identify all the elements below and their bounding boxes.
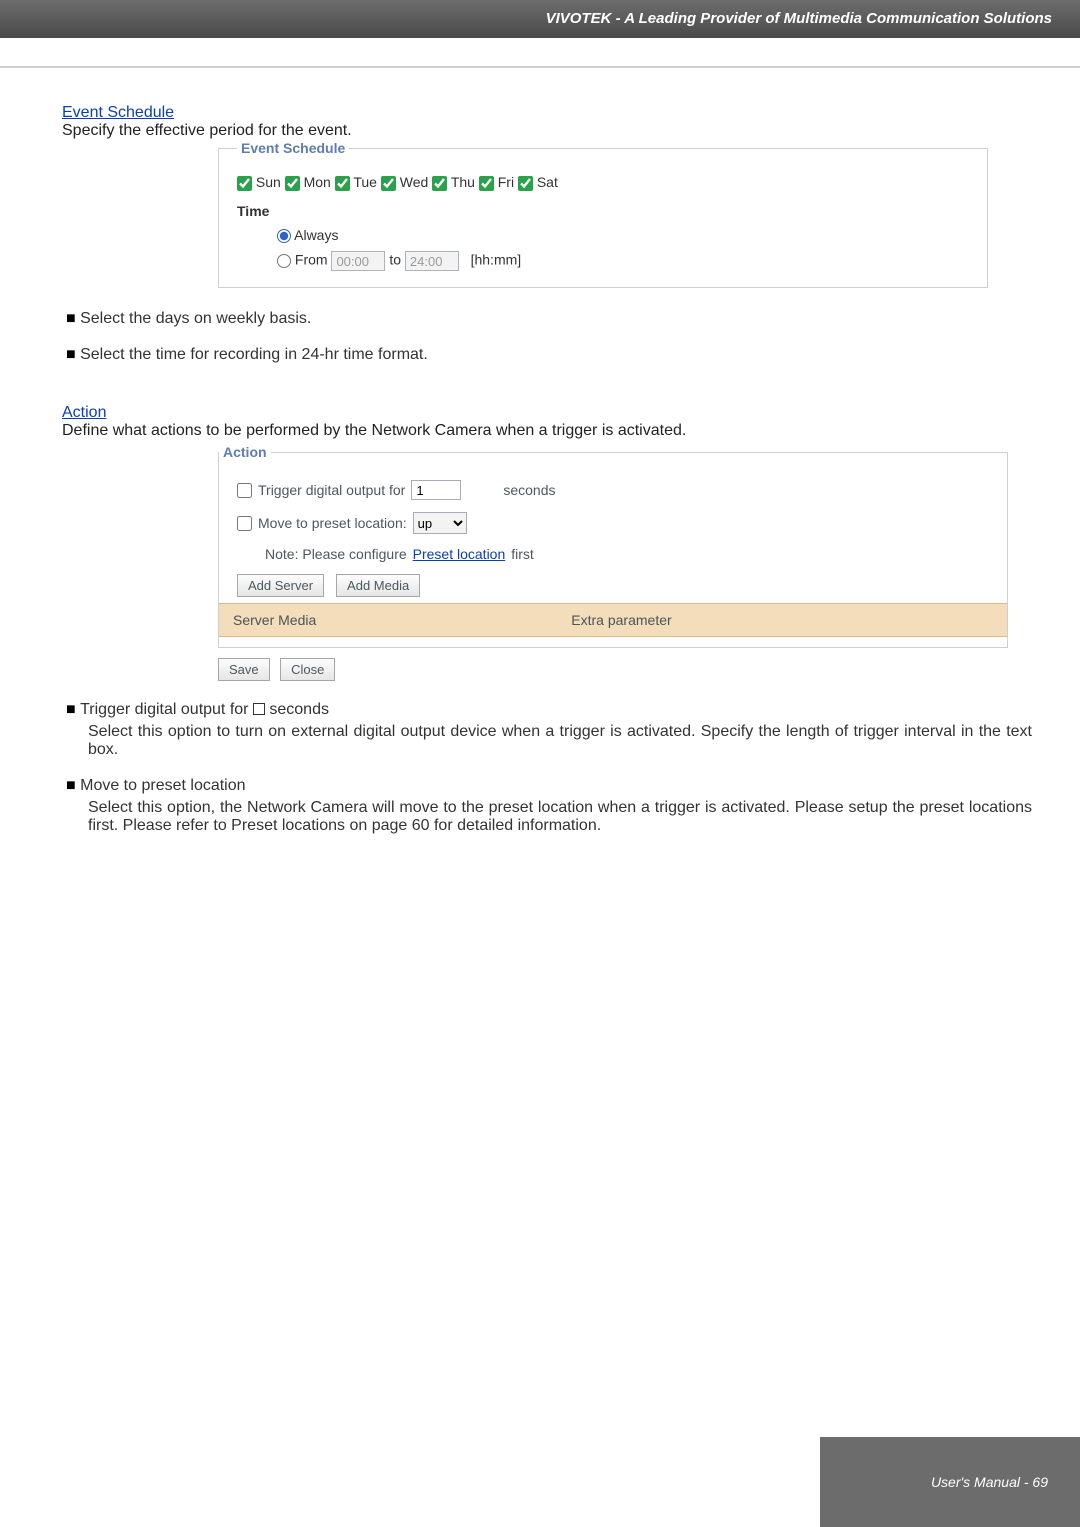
day-sun-label: Sun	[256, 174, 281, 190]
day-thu-label: Thu	[451, 174, 475, 190]
day-mon-label: Mon	[304, 174, 331, 190]
day-row: Sun Mon Tue Wed Thu Fri Sat	[237, 174, 969, 191]
event-schedule-heading: Event Schedule	[62, 104, 1032, 122]
footer: User's Manual - 69	[820, 1437, 1080, 1527]
day-tue-checkbox[interactable]	[335, 176, 350, 191]
save-button[interactable]: Save	[218, 658, 270, 681]
action-legend: Action	[219, 444, 271, 460]
action-intro: Define what actions to be performed by t…	[62, 422, 1032, 440]
action-bullets: Trigger digital output for seconds Selec…	[62, 701, 1032, 835]
schedule-bullets: Select the days on weekly basis. Select …	[62, 310, 1032, 364]
day-tue-label: Tue	[353, 174, 377, 190]
day-wed-label: Wed	[400, 174, 429, 190]
day-wed-checkbox[interactable]	[381, 176, 396, 191]
time-always-label: Always	[294, 227, 338, 243]
time-from-input[interactable]	[331, 251, 385, 271]
move-preset-select[interactable]: up	[413, 512, 467, 534]
preset-note-row: Note: Please configure Preset location f…	[219, 540, 1007, 568]
server-media-header: Server Media Extra parameter	[219, 603, 1007, 637]
inline-checkbox-icon	[253, 703, 265, 715]
trigger-output-seconds-input[interactable]	[411, 480, 461, 500]
page-number: User's Manual - 69	[931, 1474, 1048, 1490]
add-media-button[interactable]: Add Media	[336, 574, 420, 597]
bullet-move-exp: Select this option, the Network Camera w…	[88, 799, 1032, 835]
bullet-days: Select the days on weekly basis.	[66, 310, 1032, 328]
time-from-label: From	[295, 252, 328, 268]
page-header: VIVOTEK - A Leading Provider of Multimed…	[0, 0, 1080, 38]
time-to-input[interactable]	[405, 251, 459, 271]
bullet-time: Select the time for recording in 24-hr t…	[66, 346, 1032, 364]
media-col: Media	[278, 612, 316, 628]
save-bar: Save Close	[218, 658, 1032, 681]
trigger-output-checkbox[interactable]	[237, 483, 252, 498]
day-thu-checkbox[interactable]	[432, 176, 447, 191]
day-sat-label: Sat	[537, 174, 558, 190]
move-preset-label: Move to preset location:	[258, 515, 407, 531]
day-mon-checkbox[interactable]	[285, 176, 300, 191]
time-hhmm-hint: [hh:mm]	[471, 252, 522, 268]
server-col: Server	[233, 612, 274, 628]
event-schedule-legend: Event Schedule	[237, 140, 349, 156]
move-row: Move to preset location: up	[219, 506, 1007, 540]
preset-location-link[interactable]: Preset location	[413, 546, 506, 562]
event-schedule-fieldset: Event Schedule Sun Mon Tue Wed Thu Fri S…	[218, 140, 988, 288]
time-from-row: From to [hh:mm]	[277, 251, 969, 271]
trigger-row: Trigger digital output for seconds	[219, 474, 1007, 506]
time-always-row: Always	[277, 227, 969, 243]
day-fri-checkbox[interactable]	[479, 176, 494, 191]
trigger-output-label-post: seconds	[503, 482, 555, 498]
move-preset-checkbox[interactable]	[237, 516, 252, 531]
bullet-trigger: Trigger digital output for seconds Selec…	[66, 701, 1032, 759]
trigger-output-label-pre: Trigger digital output for	[258, 482, 405, 498]
day-sun-checkbox[interactable]	[237, 176, 252, 191]
content-area: Event Schedule Specify the effective per…	[0, 68, 1080, 835]
extra-col: Extra parameter	[571, 612, 671, 628]
bullet-move: Move to preset location Select this opti…	[66, 777, 1032, 835]
bullet-trigger-exp: Select this option to turn on external d…	[88, 723, 1032, 759]
day-fri-label: Fri	[498, 174, 514, 190]
action-heading: Action	[62, 404, 1032, 422]
time-heading: Time	[237, 203, 969, 219]
time-to-label: to	[389, 252, 401, 268]
event-schedule-intro: Specify the effective period for the eve…	[62, 122, 1032, 140]
add-buttons-row: Add Server Add Media	[219, 568, 1007, 603]
close-button[interactable]: Close	[280, 658, 335, 681]
day-sat-checkbox[interactable]	[518, 176, 533, 191]
time-always-radio[interactable]	[277, 229, 291, 243]
header-title: VIVOTEK - A Leading Provider of Multimed…	[546, 10, 1052, 27]
add-server-button[interactable]: Add Server	[237, 574, 324, 597]
preset-note-pre: Note: Please configure	[265, 546, 407, 562]
time-from-radio[interactable]	[277, 254, 291, 268]
preset-note-post: first	[511, 546, 534, 562]
action-fieldset: Action Trigger digital output for second…	[218, 444, 1008, 648]
